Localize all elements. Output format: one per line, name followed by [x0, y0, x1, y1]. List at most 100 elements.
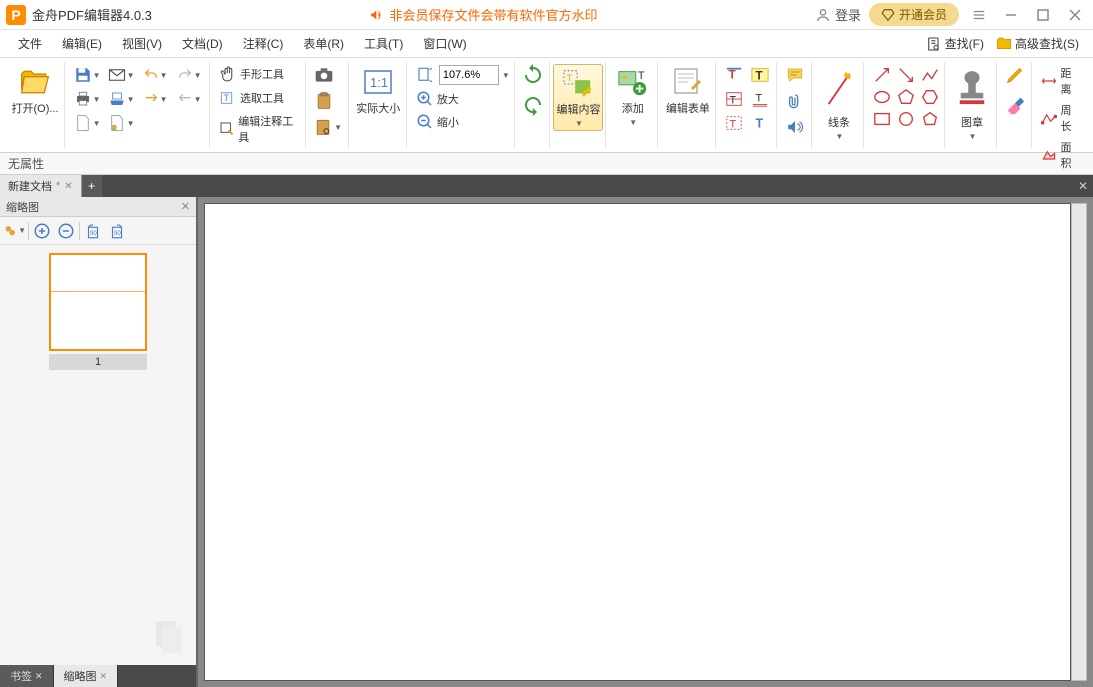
add-button[interactable]: T 添加▼	[613, 64, 653, 129]
pencil-button[interactable]	[1003, 64, 1027, 86]
edit-annotation-tool-button[interactable]: 编辑注释工具	[216, 112, 301, 146]
distance-icon	[1041, 73, 1057, 89]
back-button[interactable]: ▼	[173, 88, 205, 110]
menu-file[interactable]: 文件	[8, 31, 52, 56]
select-tool-button[interactable]: T 选取工具	[216, 88, 301, 108]
zoom-in-button[interactable]: 放大	[413, 89, 510, 109]
circle-icon	[897, 110, 915, 128]
edit-form-button[interactable]: 编辑表单	[662, 64, 714, 118]
tab-close-icon[interactable]: ✕	[64, 181, 72, 192]
login-button[interactable]: 登录	[815, 5, 861, 24]
menu-window[interactable]: 窗口(W)	[413, 31, 476, 56]
snapshot-button[interactable]	[312, 64, 336, 86]
underline-double-button[interactable]: T	[748, 88, 772, 110]
ellipse-icon	[873, 88, 891, 106]
vip-button[interactable]: 开通会员	[869, 3, 959, 26]
actual-size-button[interactable]: 1:1 实际大小	[352, 64, 404, 118]
strikethrough-button[interactable]: T	[722, 88, 746, 110]
text-overline-button[interactable]: T	[722, 64, 746, 86]
hand-tool-button[interactable]: 手形工具	[216, 64, 301, 84]
ribbon-group-annotations	[779, 62, 812, 148]
sidebar-rotate-right-button[interactable]: 90	[106, 220, 128, 242]
forward-button[interactable]: ▼	[139, 88, 171, 110]
menu-edit[interactable]: 编辑(E)	[52, 31, 112, 56]
underline-icon: T	[751, 90, 769, 108]
add-tab-button[interactable]: +	[82, 175, 102, 197]
sidebar-zoom-in-button[interactable]	[31, 220, 53, 242]
circle-button[interactable]	[894, 108, 918, 130]
sidebar-options-button[interactable]: ▼	[4, 220, 26, 242]
thumbnail-page-1[interactable]: 1	[49, 253, 147, 370]
zoom-out-button[interactable]: 缩小	[413, 112, 510, 132]
eraser-button[interactable]	[1003, 94, 1027, 116]
fit-page-button[interactable]	[413, 64, 437, 86]
polyline-button[interactable]	[918, 64, 942, 86]
fit-page-icon	[416, 66, 434, 84]
menu-comment[interactable]: 注释(C)	[233, 31, 294, 56]
open-button[interactable]: 打开(O)...	[8, 64, 63, 118]
zoom-input[interactable]	[439, 65, 499, 85]
hexagon-button[interactable]	[918, 86, 942, 108]
save-button[interactable]: ▼	[71, 64, 103, 86]
sidebar-rotate-left-button[interactable]: 90	[82, 220, 104, 242]
close-button[interactable]	[1063, 3, 1087, 27]
undo-button[interactable]: ▼	[139, 64, 171, 86]
menu-tools[interactable]: 工具(T)	[354, 31, 413, 56]
text-bg-button[interactable]: T	[722, 112, 746, 134]
redo-button[interactable]: ▼	[173, 64, 205, 86]
svg-text:T: T	[756, 70, 764, 83]
pentagon-button[interactable]	[894, 86, 918, 108]
undo-icon	[143, 67, 159, 83]
clipboard-button[interactable]	[312, 90, 336, 112]
rotate-ccw-button[interactable]	[521, 64, 545, 86]
bookmark-tab[interactable]: 书签✕	[0, 665, 54, 687]
ellipse-button[interactable]	[870, 86, 894, 108]
rectangle-button[interactable]	[870, 108, 894, 130]
svg-text:T: T	[730, 119, 737, 131]
attachment-button[interactable]	[783, 90, 807, 112]
maximize-button[interactable]	[1031, 3, 1055, 27]
zoom-dropdown[interactable]: ▼	[502, 71, 510, 80]
highlight-text-button[interactable]: T	[748, 64, 772, 86]
edit-content-button[interactable]: T 编辑内容▼	[553, 64, 603, 131]
comment-button[interactable]	[783, 64, 807, 86]
pencil-line-icon	[823, 67, 855, 111]
document-page[interactable]	[204, 203, 1071, 681]
lines-button[interactable]: 线条▼	[819, 64, 859, 143]
blank-page-button[interactable]: ▼	[71, 112, 103, 134]
menu-form[interactable]: 表单(R)	[293, 31, 354, 56]
text-color-button[interactable]: T	[748, 112, 772, 134]
ribbon-group-lines: 线条▼	[814, 62, 864, 148]
ribbon-group-open: 打开(O)...	[6, 62, 65, 148]
sidebar-close-icon[interactable]: ✕	[181, 200, 190, 213]
scan-button[interactable]: ▼	[105, 88, 137, 110]
thumbnail-tab[interactable]: 缩略图✕	[54, 665, 119, 687]
sound-button[interactable]	[783, 116, 807, 138]
menu-view[interactable]: 视图(V)	[112, 31, 172, 56]
perimeter-button[interactable]: 周长	[1038, 101, 1083, 135]
area-button[interactable]: 面积	[1038, 138, 1083, 172]
advanced-find-button[interactable]: 高级查找(S)	[990, 32, 1085, 55]
menu-document[interactable]: 文档(D)	[172, 31, 233, 56]
email-button[interactable]: ▼	[105, 64, 137, 86]
print-button[interactable]: ▼	[71, 88, 103, 110]
arrow-shape-button[interactable]	[870, 64, 894, 86]
hamburger-menu-button[interactable]	[967, 3, 991, 27]
distance-button[interactable]: 距离	[1038, 64, 1083, 98]
close-all-tabs-button[interactable]: ✕	[1073, 175, 1093, 197]
arrow-down-shape-button[interactable]	[894, 64, 918, 86]
vertical-scrollbar[interactable]	[1071, 203, 1087, 681]
clipboard-find-button[interactable]: ▼	[312, 116, 344, 138]
ribbon-group-add: T 添加▼	[608, 62, 658, 148]
arrow-down-icon	[897, 66, 915, 84]
pentagon2-button[interactable]	[918, 108, 942, 130]
document-tab[interactable]: 新建文档 * ✕	[0, 175, 82, 197]
stamp-button[interactable]: 图章▼	[952, 64, 992, 143]
rotate-cw-button[interactable]	[521, 94, 545, 116]
sidebar-zoom-out-button[interactable]	[55, 220, 77, 242]
new-page-star-button[interactable]: ▼	[105, 112, 137, 134]
find-button[interactable]: 查找(F)	[920, 32, 990, 55]
minimize-button[interactable]	[999, 3, 1023, 27]
clipboard-icon	[314, 91, 334, 111]
arrow-icon	[873, 66, 891, 84]
